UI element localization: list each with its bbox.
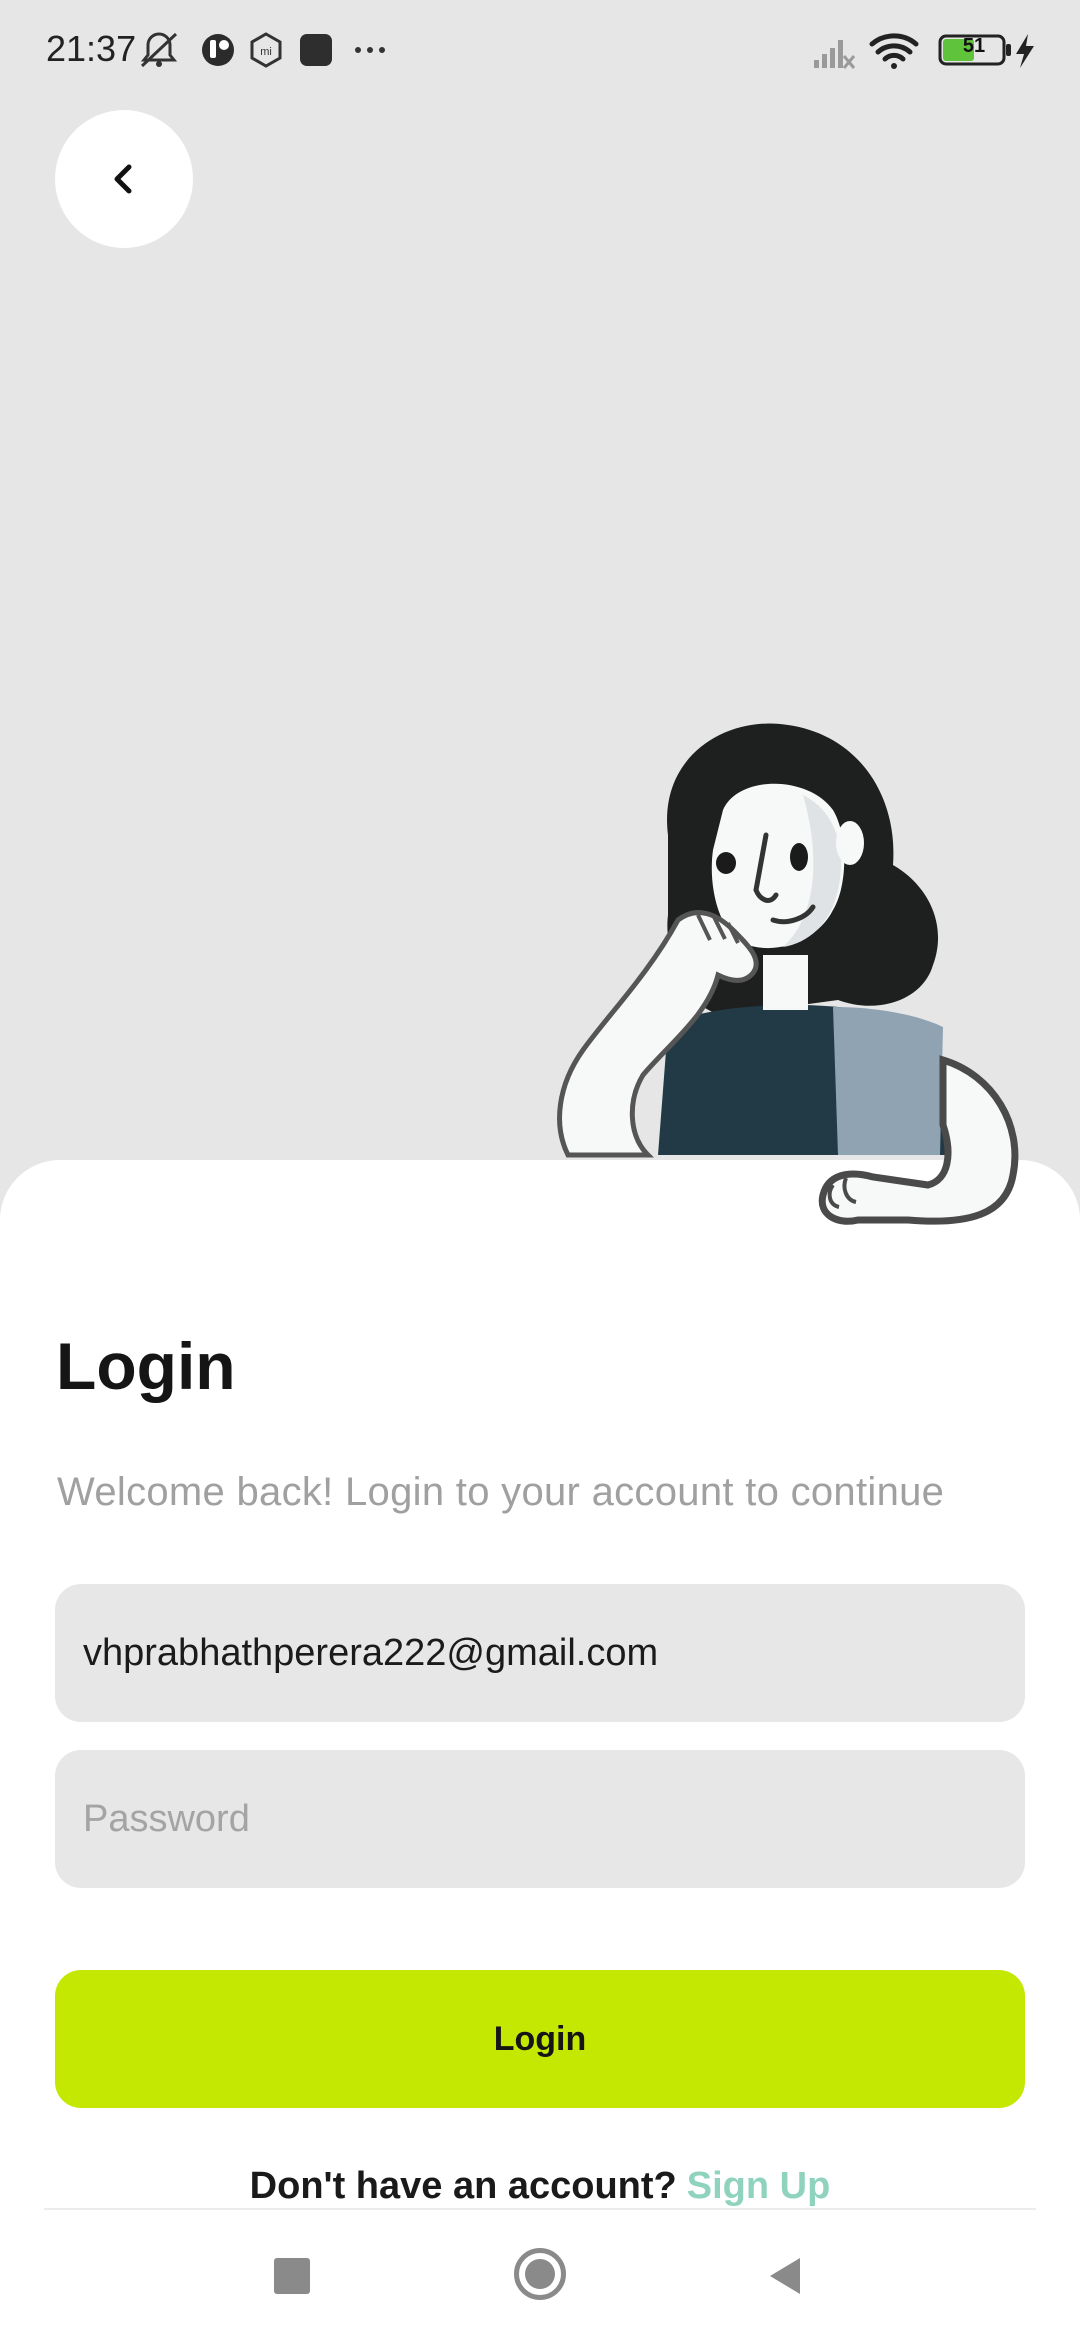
signal-off-icon xyxy=(814,40,856,69)
home-icon[interactable] xyxy=(514,2248,566,2300)
page-title: Login xyxy=(56,1329,236,1403)
subtitle: Welcome back! Login to your account to c… xyxy=(57,1470,945,1514)
chevron-left-icon xyxy=(114,164,132,194)
system-nav-bar xyxy=(0,2208,1080,2340)
thinking-woman-illustration xyxy=(557,723,1019,1225)
back-triangle-icon[interactable] xyxy=(766,2256,804,2296)
status-bar: 21:37 mi 51 xyxy=(0,0,1080,100)
app-notification-icon xyxy=(202,34,234,66)
mi-icon: mi xyxy=(250,32,282,68)
recent-apps-icon[interactable] xyxy=(274,2258,310,2294)
signup-link[interactable]: Sign Up xyxy=(687,2165,831,2207)
battery-level: 51 xyxy=(962,35,986,57)
email-field[interactable] xyxy=(55,1584,1025,1722)
charging-bolt-icon xyxy=(1016,34,1034,68)
muted-bell-icon xyxy=(140,32,178,68)
back-button[interactable] xyxy=(55,110,193,248)
status-left-icons: mi xyxy=(140,32,385,68)
wifi-icon xyxy=(869,33,919,69)
nav-divider xyxy=(44,2208,1036,2210)
password-field[interactable] xyxy=(55,1750,1025,1888)
svg-text:mi: mi xyxy=(260,46,272,58)
status-right-icons xyxy=(814,33,1034,69)
login-sheet: Login Welcome back! Login to your accoun… xyxy=(0,1160,1080,2340)
status-time: 21:37 xyxy=(46,28,137,69)
login-button[interactable]: Login xyxy=(55,1970,1025,2108)
square-app-icon xyxy=(300,34,332,66)
signup-prompt: Don't have an account? xyxy=(249,2165,677,2207)
more-dots-icon xyxy=(355,47,385,53)
